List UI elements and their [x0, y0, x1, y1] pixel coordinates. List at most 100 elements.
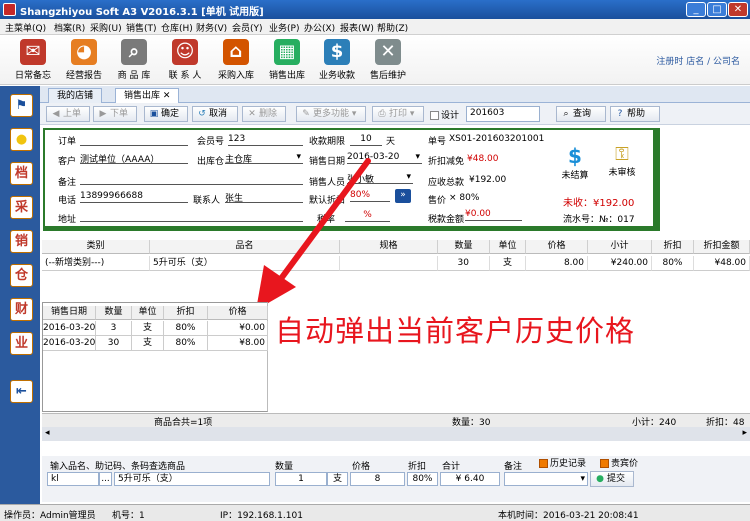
scroll-left-icon[interactable]: ◂: [45, 428, 50, 438]
popup-cell[interactable]: 3: [96, 321, 132, 336]
discount-input[interactable]: 80%: [407, 472, 438, 486]
close-button[interactable]: ✕: [728, 2, 748, 17]
vip-price-checkbox[interactable]: 贵宾价: [600, 456, 638, 469]
cell-subtotal[interactable]: ¥240.00: [588, 256, 652, 271]
main-toolbar: ✉ 日常备忘 ◕ 经营报告 ⌕ 商 品 库 ☺ 联 系 人 ⌂ 采购入库 ▦ 销售出库 $ 业…: [0, 35, 750, 85]
browse-button[interactable]: ...: [99, 472, 112, 486]
popup-cell[interactable]: ¥8.00: [208, 336, 268, 351]
toolbar-product-button[interactable]: ⌕ 商 品 库: [106, 37, 162, 83]
flag-icon[interactable]: ⚑: [10, 94, 33, 117]
menu-help[interactable]: 帮助(Z): [377, 21, 408, 34]
maximize-button[interactable]: □: [707, 2, 727, 17]
menu-purchase[interactable]: 采购(U): [90, 21, 122, 34]
cell-unit[interactable]: 支: [490, 256, 526, 271]
submit-button[interactable]: ● 提交: [590, 471, 634, 487]
col-discount[interactable]: 折扣: [652, 240, 694, 254]
audit-button[interactable]: ⚿ 未审核: [602, 144, 642, 178]
cell-discount-amount[interactable]: ¥48.00: [694, 256, 750, 271]
popup-cell[interactable]: 2016-03-20: [43, 321, 96, 336]
total-input[interactable]: ¥ 6.40: [440, 472, 500, 486]
menu-main[interactable]: 主菜单(Q): [5, 21, 46, 34]
cell-qty[interactable]: 30: [438, 256, 490, 271]
query-button[interactable]: ⌕ 查询: [556, 106, 606, 122]
help-button[interactable]: ? 帮助: [610, 106, 660, 122]
unit-input[interactable]: 支: [327, 472, 348, 486]
history-checkbox[interactable]: 历史记录: [539, 456, 586, 469]
cell-discount[interactable]: 80%: [652, 256, 694, 271]
registration-info[interactable]: 注册时 店名 / 公司名: [656, 54, 740, 67]
member-field[interactable]: 123: [228, 134, 303, 146]
print-button[interactable]: ⎙ 打印 ▾: [372, 106, 424, 122]
sidebar-archive-button[interactable]: 档: [10, 162, 33, 185]
more-button[interactable]: ✎ 更多功能 ▾: [296, 106, 366, 122]
exit-icon[interactable]: ⇤: [10, 380, 33, 403]
menu-archive[interactable]: 档案(R): [54, 21, 85, 34]
price-input[interactable]: 8: [350, 472, 405, 486]
tab-my-store[interactable]: 我的店铺: [48, 88, 103, 103]
popup-cell[interactable]: 支: [132, 336, 164, 351]
annotation-text: 自动弹出当前客户历史价格: [275, 314, 636, 348]
menu-finance[interactable]: 财务(V): [196, 21, 227, 34]
save-icon: ▣: [149, 109, 159, 119]
scroll-right-icon[interactable]: ▸: [742, 428, 747, 438]
remark-select[interactable]: ▾: [504, 472, 588, 486]
col-category[interactable]: 类别: [42, 240, 150, 254]
sidebar-warehouse-button[interactable]: 仓: [10, 264, 33, 287]
menu-office[interactable]: 办公(X): [304, 21, 335, 34]
menu-warehouse[interactable]: 仓库(H): [161, 21, 193, 34]
tab-sales-out[interactable]: 销售出库 ✕: [115, 88, 180, 103]
apply-discount-button[interactable]: »: [395, 189, 411, 203]
grid-scrollbar[interactable]: ◂ ▸: [42, 427, 750, 441]
menu-sales[interactable]: 销售(T): [126, 21, 157, 34]
sidebar-business-button[interactable]: 业: [10, 332, 33, 355]
due-field[interactable]: 10: [350, 134, 382, 146]
menu-member[interactable]: 会员(Y): [232, 21, 263, 34]
col-subtotal[interactable]: 小计: [588, 240, 652, 254]
cell-category[interactable]: (--新增类别---): [42, 256, 150, 271]
menu-report[interactable]: 报表(W): [340, 21, 374, 34]
design-checkbox[interactable]: 设计: [430, 108, 459, 121]
tax-amount-field[interactable]: ¥0.00: [465, 209, 522, 221]
toolbar-memo-button[interactable]: ✉ 日常备忘: [5, 37, 61, 83]
popup-cell[interactable]: 30: [96, 336, 132, 351]
sidebar-finance-button[interactable]: 财: [10, 298, 33, 321]
cancel-button[interactable]: ↺ 取消: [192, 106, 238, 122]
period-input[interactable]: 201603: [466, 106, 540, 122]
sidebar-sales-button[interactable]: 销: [10, 230, 33, 253]
popup-cell[interactable]: 支: [132, 321, 164, 336]
tax-amount-label: 税款金额: [428, 215, 465, 225]
col-qty[interactable]: 数量: [438, 240, 490, 254]
customer-field[interactable]: 测试单位（AAAA）: [80, 152, 188, 165]
arrow-right-icon: ▶: [99, 109, 107, 119]
qty-input[interactable]: 1: [275, 472, 327, 486]
confirm-button[interactable]: ▣ 确定: [144, 106, 188, 122]
order-field[interactable]: [80, 134, 188, 146]
delete-button[interactable]: ✕ 删除: [242, 106, 286, 122]
toolbar-aftersale-button[interactable]: ✕ 售后维护: [360, 37, 416, 83]
popup-cell[interactable]: 80%: [164, 336, 208, 351]
col-discount-amount[interactable]: 折扣金额: [694, 240, 750, 254]
col-price[interactable]: 价格: [526, 240, 588, 254]
product-name-input[interactable]: 5升可乐（支）: [114, 472, 270, 486]
code-input[interactable]: kl: [47, 472, 99, 486]
popup-cell[interactable]: 2016-03-20: [43, 336, 96, 351]
sidebar-purchase-button[interactable]: 采: [10, 196, 33, 219]
toolbar-sales-out-button[interactable]: ▦ 销售出库: [259, 37, 315, 83]
settle-button[interactable]: $ 未结算: [555, 144, 595, 181]
prev-button[interactable]: ◀ 上单: [46, 106, 90, 122]
phone-field[interactable]: 13899966688: [80, 191, 188, 203]
tab-close-icon[interactable]: ✕: [163, 91, 171, 101]
tab-label: 我的店铺: [57, 91, 94, 101]
toolbar-collection-button[interactable]: $ 业务收款: [309, 37, 365, 83]
menu-business[interactable]: 业务(P): [269, 21, 299, 34]
popup-cell[interactable]: 80%: [164, 321, 208, 336]
col-unit[interactable]: 单位: [490, 240, 526, 254]
popup-cell[interactable]: ¥0.00: [208, 321, 268, 336]
toolbar-contact-button[interactable]: ☺ 联 系 人: [157, 37, 213, 83]
minimize-button[interactable]: _: [686, 2, 706, 17]
toolbar-purchase-in-button[interactable]: ⌂ 采购入库: [208, 37, 264, 83]
next-button[interactable]: ▶ 下单: [93, 106, 137, 122]
toolbar-report-button[interactable]: ◕ 经营报告: [56, 37, 112, 83]
bulb-icon[interactable]: ●: [10, 128, 33, 151]
cell-price[interactable]: 8.00: [526, 256, 588, 271]
